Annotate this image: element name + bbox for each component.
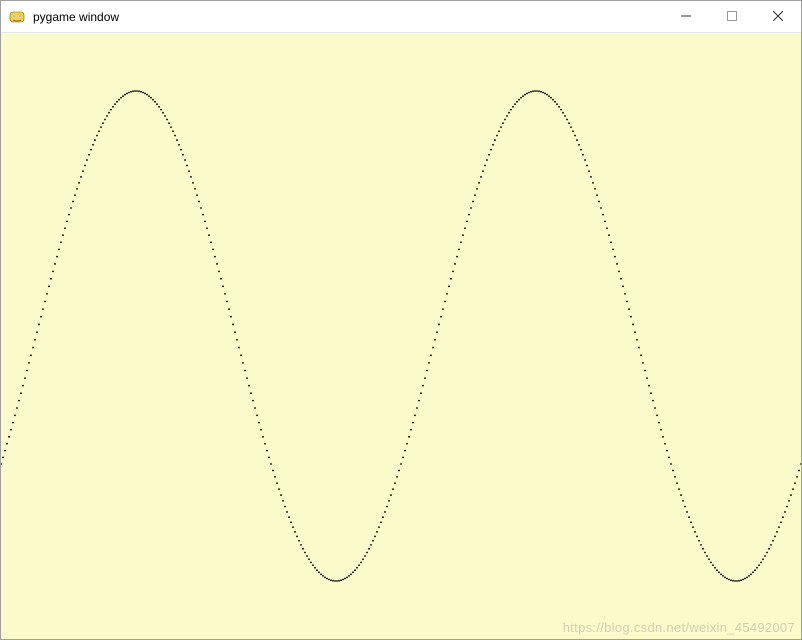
window-controls <box>663 1 801 32</box>
canvas-background <box>1 33 801 639</box>
minimize-icon <box>681 8 691 26</box>
window-title: pygame window <box>33 10 119 24</box>
app-window: pygame window https://blog. <box>0 0 802 640</box>
titlebar[interactable]: pygame window <box>1 1 801 33</box>
maximize-button <box>709 1 755 32</box>
maximize-icon <box>727 8 737 26</box>
minimize-button[interactable] <box>663 1 709 32</box>
pygame-canvas <box>1 33 801 639</box>
content-area: https://blog.csdn.net/weixin_45492007 <box>1 33 801 639</box>
pygame-snake-icon <box>9 9 25 25</box>
close-icon <box>773 8 783 26</box>
close-button[interactable] <box>755 1 801 32</box>
